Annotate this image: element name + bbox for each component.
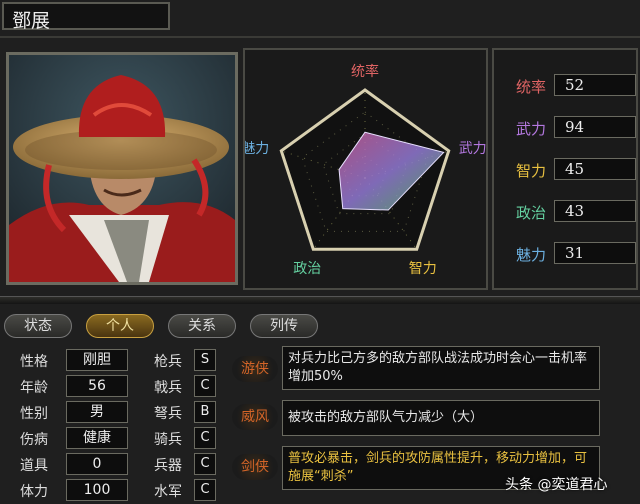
stat-label: 政治 (516, 204, 547, 222)
stat-row-politics: 政治 43 (494, 200, 640, 224)
stat-row-leadership: 统率 52 (494, 74, 640, 98)
radar-axis-label: 智力 (409, 261, 437, 277)
troop-grade: C (194, 427, 216, 449)
skill-description: 对兵力比己方多的敌方部队战法成功时会心一击机率增加50% (282, 346, 600, 390)
attr-row: 年龄 56 (6, 374, 144, 398)
troop-row: 枪兵 S (148, 348, 228, 372)
attr-label: 体力 (20, 484, 48, 500)
attr-value: 刚胆 (66, 349, 128, 371)
ability-radar-panel: 统率武力智力 政治 魅力 (241, 48, 488, 290)
tab-personal[interactable]: 个人 (86, 314, 154, 338)
stat-value: 52 (554, 74, 636, 96)
troop-grade: S (194, 349, 216, 371)
character-name-bar: 鄧展 (2, 2, 170, 32)
attr-row: 性别 男 (6, 400, 144, 424)
tab-relations[interactable]: 关系 (168, 314, 236, 338)
skill-name[interactable]: 威风 (232, 404, 278, 430)
troop-grade: B (194, 401, 216, 423)
skill-name[interactable]: 游侠 (232, 356, 278, 382)
ability-stats-panel: 统率 52 武力 94 智力 45 政治 43 魅力 31 (492, 48, 638, 290)
stat-label: 统率 (516, 78, 547, 96)
radar-axis-label: 政治 (293, 261, 321, 277)
troop-grade: C (194, 479, 216, 501)
troop-row: 弩兵 B (148, 400, 228, 424)
attr-label: 性别 (20, 406, 48, 422)
attr-row: 性格 刚胆 (6, 348, 144, 372)
attr-row: 道具 0 (6, 452, 144, 476)
stat-value: 94 (554, 116, 636, 138)
troop-label: 骑兵 (154, 432, 182, 448)
troop-label: 弩兵 (154, 406, 182, 422)
attr-label: 伤病 (20, 432, 48, 448)
troop-row: 水军 C (148, 478, 228, 502)
troop-grade: C (194, 375, 216, 397)
attr-label: 年龄 (20, 380, 48, 396)
section-divider (0, 296, 640, 304)
attr-label: 道具 (20, 458, 48, 474)
troop-label: 枪兵 (154, 354, 182, 370)
attr-label: 性格 (20, 354, 48, 370)
header-divider (0, 36, 640, 38)
troop-row: 骑兵 C (148, 426, 228, 450)
attributes-panel: 性格 刚胆 年龄 56 性别 男 伤病 健康 道具 0 体力 100 (6, 344, 144, 502)
attr-value: 100 (66, 479, 128, 501)
stat-label: 武力 (516, 120, 547, 138)
troop-row: 戟兵 C (148, 374, 228, 398)
troop-row: 兵器 C (148, 452, 228, 476)
ability-radar-chart: 统率武力智力 政治 魅力 (241, 63, 486, 277)
skill-name[interactable]: 剑侠 (232, 454, 278, 480)
radar-axis-label: 武力 (459, 141, 486, 157)
radar-axis-label: 魅力 (245, 141, 269, 157)
stat-value: 43 (554, 200, 636, 222)
stat-value: 31 (554, 242, 636, 264)
stat-label: 魅力 (516, 246, 547, 264)
troop-label: 水军 (154, 484, 182, 500)
stat-row-charisma: 魅力 31 (494, 242, 640, 266)
troop-aptitude-panel: 枪兵 S 戟兵 C 弩兵 B 骑兵 C 兵器 C 水军 C (148, 344, 228, 502)
character-name: 鄧展 (12, 10, 51, 32)
stat-value: 45 (554, 158, 636, 180)
stat-row-war: 武力 94 (494, 116, 640, 140)
attr-value: 男 (66, 401, 128, 423)
attr-value: 0 (66, 453, 128, 475)
character-portrait (6, 52, 238, 285)
attr-row: 体力 100 (6, 478, 144, 502)
tab-biography[interactable]: 列传 (250, 314, 318, 338)
stat-row-intelligence: 智力 45 (494, 158, 640, 182)
attr-value: 健康 (66, 427, 128, 449)
radar-axis-label: 统率 (351, 63, 379, 80)
skill-description: 被攻击的敌方部队气力减少（大） (282, 400, 600, 436)
watermark: 头条 @奕道君心 (505, 477, 608, 493)
tab-status[interactable]: 状态 (4, 314, 72, 338)
troop-label: 戟兵 (154, 380, 182, 396)
attr-value: 56 (66, 375, 128, 397)
troop-grade: C (194, 453, 216, 475)
attr-row: 伤病 健康 (6, 426, 144, 450)
troop-label: 兵器 (154, 458, 182, 474)
stat-label: 智力 (516, 162, 547, 180)
